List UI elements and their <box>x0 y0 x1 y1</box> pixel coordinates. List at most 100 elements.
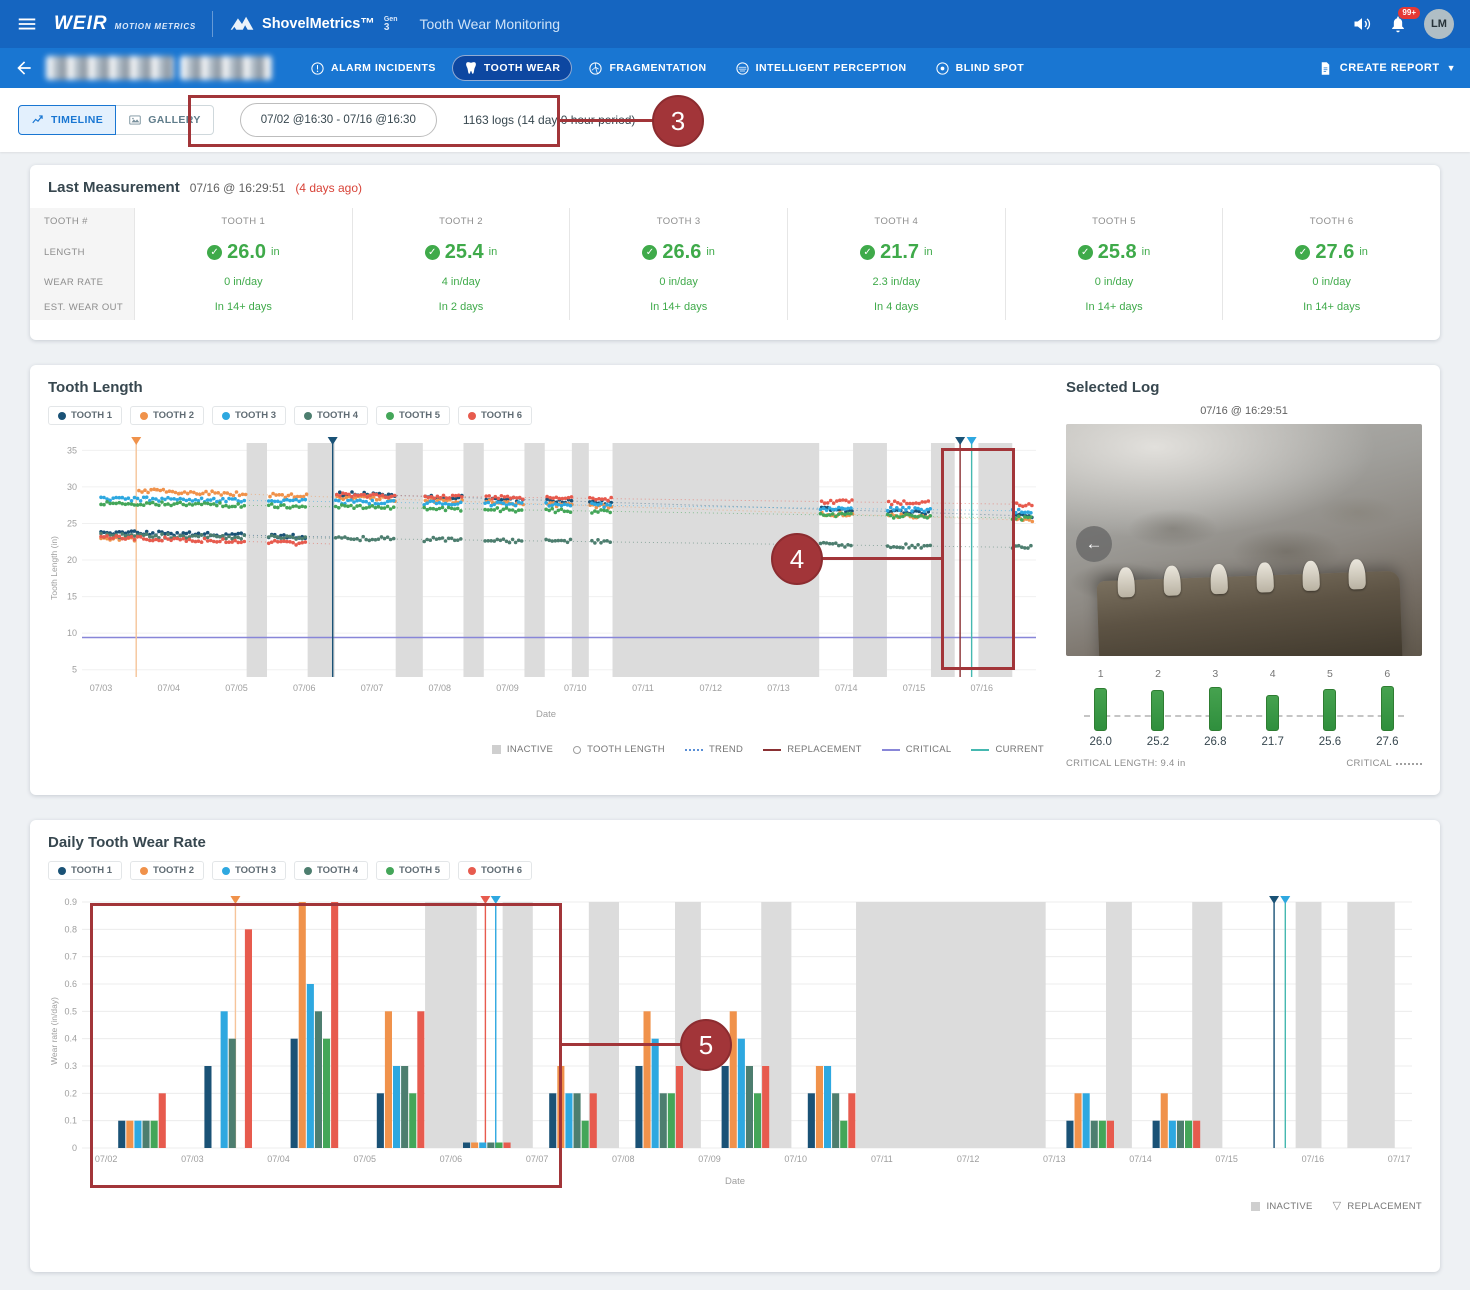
selected-log-image: ← <box>1066 424 1422 656</box>
shovel-bucket <box>1096 558 1403 656</box>
series-legend-item[interactable]: TOOTH 4 <box>294 406 368 425</box>
svg-text:07/13: 07/13 <box>767 683 790 693</box>
menu-icon[interactable] <box>16 13 38 35</box>
tooth-wear-rate: 0 in/day <box>1312 276 1351 288</box>
svg-text:07/02: 07/02 <box>95 1154 118 1164</box>
tooth-length-indicators: 1 26.0 2 25.2 3 26.8 4 21.7 5 25.6 6 27.6 <box>1066 668 1422 748</box>
chart-legend-item: TREND <box>684 744 743 755</box>
last-measurement-card: Last Measurement 07/16 @ 16:29:51 (4 day… <box>30 165 1440 340</box>
tooth-number: 1 <box>1097 668 1104 680</box>
page: WEIR MOTION METRICS ShovelMetrics™ Gen 3 … <box>0 0 1470 1272</box>
series-legend-item[interactable]: TOOTH 3 <box>212 406 286 425</box>
series-color-dot <box>58 866 66 875</box>
x-axis-label: Date <box>724 1176 746 1187</box>
series-legend-item[interactable]: TOOTH 3 <box>212 861 286 880</box>
tooth-length-value: 21.7 <box>880 240 920 263</box>
svg-text:07/10: 07/10 <box>784 1154 807 1164</box>
timeline-button[interactable]: TIMELINE <box>18 105 117 135</box>
legend-glyph-square <box>1251 1202 1261 1211</box>
critical-length-text: CRITICAL LENGTH: 9.4 in <box>1066 758 1186 769</box>
tooth-name: TOOTH 6 <box>1309 215 1354 227</box>
x-axis-label: Date <box>535 709 557 720</box>
equipment-identifier-redacted[interactable] <box>46 56 272 80</box>
date-range-selector[interactable]: 07/02 @16:30 - 07/16 @16:30 <box>239 103 437 137</box>
product-generation: Gen 3 <box>383 15 398 33</box>
tooth-length-chart[interactable]: Tooth Length (in) 5 10 15 20 25 30 35 07/03 07/04… <box>48 429 1044 707</box>
back-arrow-icon[interactable] <box>14 58 34 78</box>
svg-text:0.4: 0.4 <box>64 1034 77 1044</box>
log-count-summary: 1163 logs (14 day 0 hour period) <box>462 113 636 127</box>
svg-text:07/15: 07/15 <box>903 683 926 693</box>
svg-text:07/15: 07/15 <box>1215 1154 1238 1164</box>
series-legend-label: TOOTH 1 <box>71 865 112 876</box>
tooth-3-column: TOOTH 3 ✓ 26.6 in 0 in/day In 14+ days <box>569 208 787 320</box>
wear-rate-chart[interactable]: Wear rate (in/day) 0 0.1 0.2 0.3 0.4 0.5 0.6 0.7… <box>48 888 1422 1174</box>
previous-log-button[interactable]: ← <box>1076 526 1112 563</box>
series-legend-item[interactable]: TOOTH 4 <box>294 861 368 880</box>
tab-fragmentation[interactable]: FRAGMENTATION <box>576 55 718 82</box>
tooth-wearout-estimate: In 4 days <box>874 301 919 313</box>
svg-text:0: 0 <box>72 1143 77 1153</box>
svg-text:07/04: 07/04 <box>267 1154 290 1164</box>
series-legend-item[interactable]: TOOTH 5 <box>376 861 450 880</box>
chart-legend-item: CURRENT <box>971 744 1044 755</box>
tab-blind-spot[interactable]: BLIND SPOT <box>923 55 1037 82</box>
create-report-button[interactable]: CREATE REPORT ▼ <box>1318 61 1456 76</box>
series-legend-item[interactable]: TOOTH 2 <box>130 406 204 425</box>
ok-check-icon: ✓ <box>1295 244 1311 260</box>
series-color-dot <box>58 411 66 420</box>
blind-spot-icon <box>935 61 949 75</box>
gallery-button[interactable]: GALLERY <box>115 105 214 135</box>
series-legend-item[interactable]: TOOTH 6 <box>458 861 532 880</box>
length-unit: in <box>271 246 280 258</box>
svg-text:20: 20 <box>67 555 77 565</box>
daily-wear-rate-card: Daily Tooth Wear Rate TOOTH 1 TOOTH 2 TOOT… <box>30 820 1440 1272</box>
svg-text:07/09: 07/09 <box>698 1154 721 1164</box>
intelligent-perception-icon <box>735 61 749 75</box>
tooth-indicator: 6 27.6 <box>1359 668 1416 748</box>
notifications-bell-icon[interactable]: 99+ <box>1388 7 1420 34</box>
series-legend-item[interactable]: TOOTH 2 <box>130 861 204 880</box>
nav-tabs: ALARM INCIDENTS TOOTH WEAR FRAGMENTATION… <box>298 55 1036 82</box>
svg-text:07/11: 07/11 <box>632 683 654 693</box>
svg-text:07/06: 07/06 <box>293 683 316 693</box>
tooth-number: 5 <box>1327 668 1333 680</box>
tooth-length-card: Tooth Length TOOTH 1 TOOTH 2 TOOTH 3 TOOTH … <box>30 365 1440 795</box>
svg-text:35: 35 <box>67 445 77 455</box>
series-legend-item[interactable]: TOOTH 1 <box>48 861 122 880</box>
critical-dotted-line <box>1396 762 1422 765</box>
legend-glyph-line-purple <box>881 748 900 751</box>
last-measurement-timestamp: 07/16 @ 16:29:51 <box>189 181 286 195</box>
user-avatar[interactable]: LM <box>1424 9 1454 39</box>
tooth-icon <box>466 62 476 74</box>
weir-logo: WEIR MOTION METRICS <box>54 13 196 35</box>
tooth-length-value: 27.6 <box>1315 240 1355 263</box>
wear-rate-title: Daily Tooth Wear Rate <box>48 834 206 851</box>
volume-icon[interactable] <box>1352 14 1372 34</box>
gallery-image-icon <box>129 115 141 125</box>
tab-intelligent-perception[interactable]: INTELLIGENT PERCEPTION <box>723 55 919 82</box>
tooth-5-column: TOOTH 5 ✓ 25.8 in 0 in/day In 14+ days <box>1004 208 1223 320</box>
tab-alarm-incidents[interactable]: ALARM INCIDENTS <box>298 55 448 82</box>
series-color-dot <box>386 411 394 420</box>
tab-tooth-wear[interactable]: TOOTH WEAR <box>451 55 573 81</box>
chevron-down-icon: ▼ <box>1446 63 1456 73</box>
timeline-chart-icon <box>32 115 43 124</box>
view-mode-switch: TIMELINE GALLERY <box>18 105 214 135</box>
tooth-wearout-estimate: In 14+ days <box>650 301 708 313</box>
series-legend-item[interactable]: TOOTH 1 <box>48 406 122 425</box>
series-legend-item[interactable]: TOOTH 6 <box>458 406 532 425</box>
wear-rate-bottom-legend: INACTIVE ▽ REPLACEMENT <box>48 1201 1422 1212</box>
tooth-length-bar <box>1151 690 1165 731</box>
tooth-wear-rate: 0 in/day <box>1094 276 1134 288</box>
svg-text:0.9: 0.9 <box>64 897 77 907</box>
series-legend-label: TOOTH 6 <box>481 865 522 876</box>
tooth-wear-rate: 4 in/day <box>441 276 481 288</box>
ok-check-icon: ✓ <box>207 244 223 260</box>
svg-text:07/03: 07/03 <box>181 1154 204 1164</box>
legend-glyph-line-teal <box>971 748 990 751</box>
svg-text:5: 5 <box>72 665 77 675</box>
svg-text:07/05: 07/05 <box>353 1154 376 1164</box>
tooth-wear-rate: 0 in/day <box>659 276 698 288</box>
series-legend-item[interactable]: TOOTH 5 <box>376 406 450 425</box>
